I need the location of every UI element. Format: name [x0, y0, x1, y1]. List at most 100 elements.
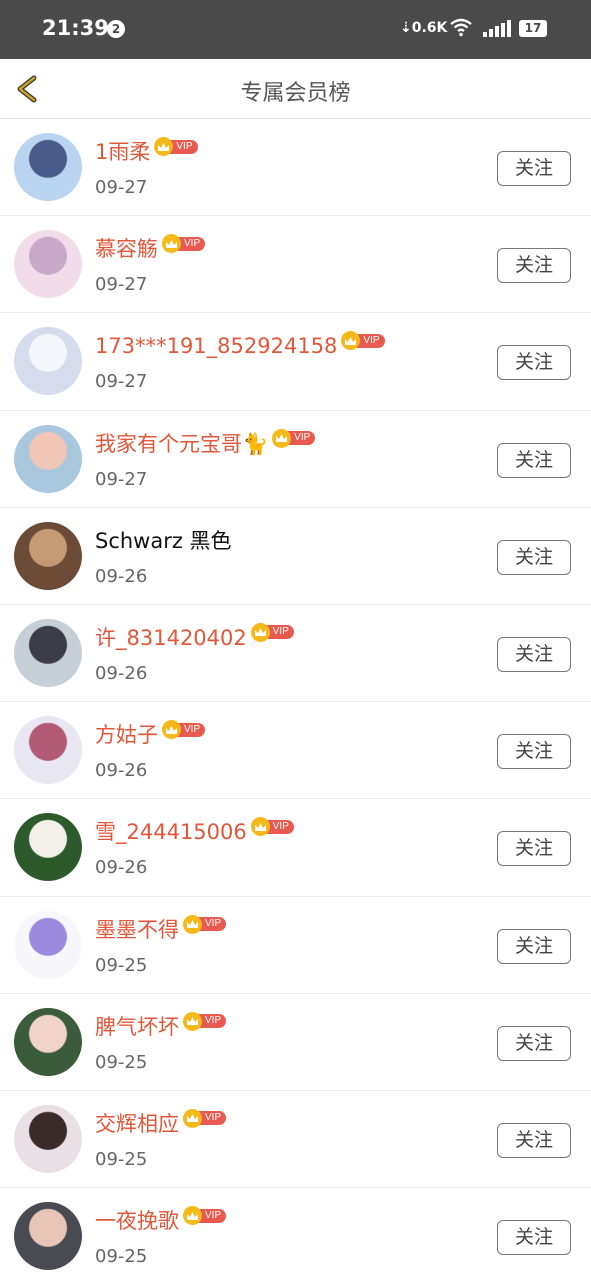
- vip-badge: VIP: [183, 914, 227, 934]
- crown-icon: [162, 720, 181, 740]
- wifi-icon: [450, 18, 472, 37]
- member-name-line: 方姑子 VIP: [95, 720, 206, 750]
- follow-button[interactable]: 关注: [497, 539, 571, 575]
- member-row[interactable]: 一夜挽歌 VIP 09-25 关注: [0, 1188, 591, 1280]
- header-bar: 专属会员榜: [0, 59, 591, 119]
- member-row[interactable]: 方姑子 VIP 09-26 关注: [0, 702, 591, 800]
- member-row[interactable]: 我家有个元宝哥🐈 VIP 09-27 关注: [0, 410, 591, 508]
- member-name[interactable]: 脾气坏坏: [95, 1012, 179, 1042]
- member-name[interactable]: 方姑子: [95, 720, 158, 750]
- crown-icon: [183, 1108, 202, 1128]
- member-name[interactable]: 交辉相应: [95, 1109, 179, 1139]
- avatar[interactable]: [14, 1007, 82, 1076]
- avatar[interactable]: [14, 910, 82, 979]
- member-name[interactable]: 慕容觞: [95, 234, 158, 264]
- member-name-line: 一夜挽歌 VIP: [95, 1206, 227, 1236]
- crown-icon: [183, 1011, 202, 1031]
- member-row[interactable]: 脾气坏坏 VIP 09-25 关注: [0, 993, 591, 1091]
- member-name[interactable]: 173***191_852924158: [95, 331, 337, 361]
- vip-badge: VIP: [183, 1206, 227, 1226]
- member-row[interactable]: 慕容觞 VIP 09-27 关注: [0, 216, 591, 314]
- join-date: 09-25: [95, 954, 148, 976]
- crown-icon: [183, 1206, 202, 1226]
- vip-badge: VIP: [162, 234, 206, 254]
- join-date: 09-25: [95, 1051, 148, 1073]
- member-row[interactable]: 雪_244415006 VIP 09-26 关注: [0, 799, 591, 897]
- member-list: 1雨柔 VIP 09-27 关注 慕容觞 VIP 09-27 关注 173***…: [0, 119, 591, 1280]
- member-name-line: 1雨柔 VIP: [95, 137, 198, 167]
- member-name-line: Schwarz 黑色: [95, 526, 232, 556]
- follow-button[interactable]: 关注: [497, 1220, 571, 1256]
- join-date: 09-27: [95, 371, 148, 393]
- member-row[interactable]: 1雨柔 VIP 09-27 关注: [0, 119, 591, 217]
- notification-count-badge: 2: [107, 20, 125, 38]
- vip-badge: VIP: [341, 331, 385, 351]
- member-name-line: 173***191_852924158 VIP: [95, 331, 385, 361]
- vip-badge: VIP: [250, 817, 294, 837]
- member-name-line: 许_831420402 VIP: [95, 622, 294, 653]
- vip-badge: VIP: [183, 1108, 227, 1128]
- battery-icon: 17: [519, 20, 547, 37]
- avatar[interactable]: [14, 521, 82, 590]
- vip-badge: VIP: [272, 428, 316, 448]
- join-date: 09-26: [95, 565, 148, 587]
- member-name-line: 雪_244415006 VIP: [95, 817, 294, 847]
- follow-button[interactable]: 关注: [497, 248, 571, 284]
- member-row[interactable]: 173***191_852924158 VIP 09-27 关注: [0, 313, 591, 411]
- network-speed: ⇣0.6K: [400, 20, 448, 36]
- avatar[interactable]: [14, 230, 82, 299]
- join-date: 09-27: [95, 274, 148, 296]
- vip-badge: VIP: [162, 720, 206, 740]
- avatar[interactable]: [14, 618, 82, 687]
- join-date: 09-25: [95, 1246, 148, 1268]
- join-date: 09-26: [95, 662, 148, 684]
- member-name-line: 我家有个元宝哥🐈 VIP: [95, 428, 316, 459]
- member-row[interactable]: Schwarz 黑色 09-26 关注: [0, 507, 591, 605]
- member-row[interactable]: 墨墨不得 VIP 09-25 关注: [0, 896, 591, 994]
- member-name[interactable]: 雪_244415006: [95, 817, 247, 847]
- status-time: 21:39: [42, 16, 109, 40]
- vip-badge: VIP: [183, 1011, 227, 1031]
- crown-icon: [272, 428, 292, 448]
- member-name[interactable]: 1雨柔: [95, 137, 150, 167]
- follow-button[interactable]: 关注: [497, 734, 571, 770]
- follow-button[interactable]: 关注: [497, 1122, 571, 1158]
- follow-button[interactable]: 关注: [497, 345, 571, 381]
- member-name-line: 慕容觞 VIP: [95, 234, 206, 264]
- crown-icon: [183, 914, 202, 934]
- vip-badge: VIP: [250, 622, 294, 642]
- member-name-line: 脾气坏坏 VIP: [95, 1011, 227, 1042]
- member-name-line: 墨墨不得 VIP: [95, 914, 227, 945]
- follow-button[interactable]: 关注: [497, 442, 571, 478]
- follow-button[interactable]: 关注: [497, 636, 571, 672]
- signal-icon: [483, 20, 511, 37]
- join-date: 09-25: [95, 1148, 148, 1170]
- member-row[interactable]: 交辉相应 VIP 09-25 关注: [0, 1090, 591, 1189]
- avatar[interactable]: [14, 327, 82, 396]
- member-name[interactable]: 墨墨不得: [95, 915, 179, 945]
- follow-button[interactable]: 关注: [497, 928, 571, 964]
- join-date: 09-27: [95, 177, 148, 198]
- avatar[interactable]: [14, 133, 82, 201]
- member-name[interactable]: 一夜挽歌: [95, 1206, 179, 1236]
- member-name[interactable]: 许_831420402: [95, 623, 247, 653]
- page-title: 专属会员榜: [240, 81, 351, 106]
- avatar[interactable]: [14, 1202, 82, 1271]
- join-date: 09-26: [95, 857, 148, 879]
- vip-badge: VIP: [154, 137, 198, 156]
- follow-button[interactable]: 关注: [497, 831, 571, 867]
- member-name-line: 交辉相应 VIP: [95, 1108, 227, 1139]
- avatar[interactable]: [14, 716, 82, 785]
- status-bar: 21:39 2 ⇣0.6K 17: [0, 0, 591, 59]
- member-row[interactable]: 许_831420402 VIP 09-26 关注: [0, 604, 591, 703]
- follow-button[interactable]: 关注: [497, 1025, 571, 1061]
- member-name[interactable]: Schwarz 黑色: [95, 526, 232, 556]
- join-date: 09-27: [95, 468, 148, 490]
- network-speed-value: 0.6K: [411, 20, 448, 36]
- avatar[interactable]: [14, 1104, 82, 1173]
- join-date: 09-26: [95, 760, 148, 782]
- avatar[interactable]: [14, 813, 82, 882]
- avatar[interactable]: [14, 424, 82, 493]
- member-name[interactable]: 我家有个元宝哥🐈: [95, 429, 268, 459]
- follow-button[interactable]: 关注: [497, 151, 571, 186]
